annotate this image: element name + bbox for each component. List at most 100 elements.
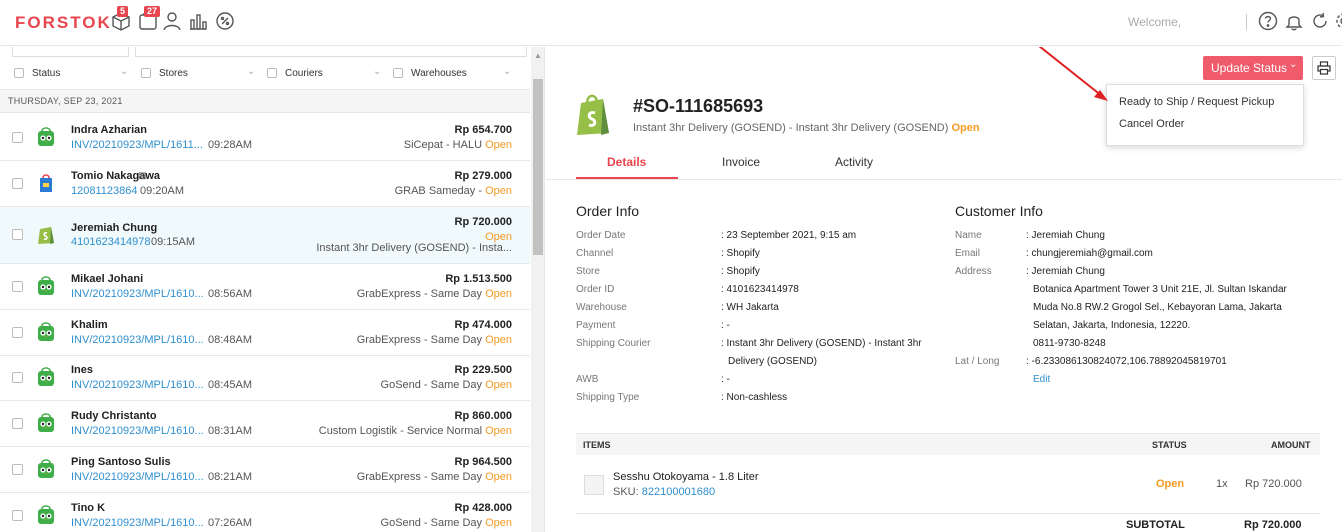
welcome-text: Welcome, <box>1128 15 1182 29</box>
filter-checkbox[interactable] <box>267 68 277 78</box>
order-info-label: Order Date <box>576 230 626 241</box>
order-row[interactable]: Ines INV/20210923/MPL/1610... 08:45AM Rp 22… <box>0 355 530 401</box>
top-bar: FORSTOK 5 27 Welcome, <box>0 0 1342 46</box>
messages-icon[interactable]: 27 <box>137 6 161 32</box>
order-info-value: : Shopify <box>721 248 760 259</box>
customer-name: Tomio Nakagawa <box>71 170 161 182</box>
sku-label: SKU: <box>613 486 642 498</box>
order-row[interactable]: Indra Azharian INV/20210923/MPL/1611... 09… <box>0 115 530 161</box>
filter-status[interactable]: Status ⌄ <box>14 62 130 86</box>
order-info-value: : - <box>721 374 730 385</box>
order-ref-link[interactable]: INV/20210923/MPL/1610... <box>71 334 204 346</box>
order-row[interactable]: Rudy Christanto INV/20210923/MPL/1610... 0… <box>0 401 530 447</box>
customer-info-value: : chungjeremiah@gmail.com <box>1026 248 1153 259</box>
customer-name: Ping Santoso Sulis <box>71 456 171 468</box>
order-ref-link[interactable]: INV/20210923/MPL/1611... <box>71 139 203 151</box>
order-time: 08:21AM <box>208 471 253 483</box>
order-shipping-line: GoSend - Same Day Open <box>381 517 512 529</box>
tokopedia-icon <box>36 366 56 388</box>
customer-info-label: Email <box>955 248 981 259</box>
product-image-icon <box>584 475 604 495</box>
order-shipping-line: GrabExpress - Same Day Open <box>357 334 512 346</box>
order-amount: Rp 1.513.500 <box>445 273 512 285</box>
tokopedia-icon <box>36 321 56 343</box>
scroll-up-icon[interactable]: ▲ <box>534 51 542 60</box>
scroll-thumb[interactable] <box>533 79 543 255</box>
tab-invoice[interactable]: Invoice <box>722 155 760 169</box>
filter-stores[interactable]: Stores ⌄ <box>141 62 257 86</box>
user-icon[interactable] <box>161 10 183 32</box>
settings-icon[interactable] <box>1334 11 1342 31</box>
order-status: Open <box>485 425 512 437</box>
filter-checkbox[interactable] <box>14 68 24 78</box>
edit-location-link[interactable]: Edit <box>1033 374 1050 385</box>
row-checkbox[interactable] <box>12 464 23 475</box>
order-row[interactable]: Tomio Nakagawa 12081123864 09:20AM Rp 279.0… <box>0 161 530 207</box>
order-time: 07:26AM <box>208 517 253 529</box>
order-info-label: Shipping Type <box>576 392 640 403</box>
tab-details[interactable]: Details <box>607 155 646 169</box>
order-row[interactable]: Mikael Johani INV/20210923/MPL/1610... 08:… <box>0 264 530 310</box>
row-checkbox[interactable] <box>12 418 23 429</box>
order-ref-link[interactable]: INV/20210923/MPL/1610... <box>71 425 204 437</box>
date-filter-input[interactable] <box>135 47 527 57</box>
order-status: Open <box>485 379 512 391</box>
tab-activity[interactable]: Activity <box>835 155 873 169</box>
refresh-icon[interactable] <box>1310 11 1330 31</box>
logo[interactable]: FORSTOK <box>15 13 112 33</box>
order-info-label: Warehouse <box>576 302 627 313</box>
chevron-down-icon: ⌄ <box>120 66 129 77</box>
order-ref-link[interactable]: 4101623414978 <box>71 236 151 248</box>
filter-warehouses[interactable]: Warehouses ⌄ <box>393 62 519 86</box>
order-shipping: SiCepat - HALU <box>403 139 486 151</box>
order-shipping-line: GoSend - Same Day Open <box>381 379 512 391</box>
row-checkbox[interactable] <box>12 178 23 189</box>
order-row[interactable]: Tino K INV/20210923/MPL/1610... 07:26AM Rp … <box>0 493 530 532</box>
bell-icon[interactable] <box>1284 11 1304 31</box>
promotion-icon[interactable] <box>214 10 236 32</box>
order-ref-link[interactable]: INV/20210923/MPL/1610... <box>71 288 204 300</box>
order-status: Open <box>485 334 512 346</box>
filter-couriers[interactable]: Couriers ⌄ <box>267 62 383 86</box>
detail-tabs: Details Invoice Activity <box>576 147 886 179</box>
order-info-label: AWB <box>576 374 599 385</box>
sku-link[interactable]: 822100001680 <box>642 486 715 498</box>
row-checkbox[interactable] <box>12 229 23 240</box>
help-icon[interactable] <box>1258 11 1278 31</box>
order-ref-link[interactable]: INV/20210923/MPL/1610... <box>71 379 204 391</box>
order-amount: Rp 279.000 <box>454 170 512 182</box>
order-ref-link[interactable]: INV/20210923/MPL/1610... <box>71 517 204 529</box>
order-ref-link[interactable]: 12081123864 <box>71 185 137 197</box>
order-list-panel: Status ⌄ Stores ⌄ Couriers ⌄ Warehouses … <box>0 47 545 532</box>
row-checkbox[interactable] <box>12 132 23 143</box>
row-checkbox[interactable] <box>12 372 23 383</box>
analytics-icon[interactable] <box>187 10 209 32</box>
order-shipping-line: GrabExpress - Same Day Open <box>357 288 512 300</box>
row-checkbox[interactable] <box>12 281 23 292</box>
search-input[interactable] <box>12 47 129 57</box>
order-status: Open <box>485 517 512 529</box>
row-checkbox[interactable] <box>12 327 23 338</box>
order-info-label: Shipping Courier <box>576 338 651 349</box>
customer-info-title: Customer Info <box>955 203 1043 219</box>
order-status: Open <box>485 288 512 300</box>
scrollbar[interactable]: ▲ <box>531 47 544 532</box>
order-shipping: GoSend - Same Day <box>380 379 486 391</box>
order-info-value: : 4101623414978 <box>721 284 799 295</box>
order-row[interactable]: Jeremiah Chung 4101623414978 09:15AM Rp 720… <box>0 207 530 264</box>
chevron-down-icon: ⌄ <box>373 66 382 77</box>
order-time: 09:15AM <box>151 236 196 248</box>
items-table-header: ITEMS STATUS AMOUNT <box>576 433 1320 455</box>
chevron-down-icon: ⌄ <box>503 66 512 77</box>
row-checkbox[interactable] <box>12 510 23 521</box>
customer-name: Khalim <box>71 319 108 331</box>
orders-box-icon[interactable]: 5 <box>110 6 132 32</box>
order-row[interactable]: Khalim INV/20210923/MPL/1610... 08:48AM Rp … <box>0 310 530 356</box>
order-row[interactable]: Ping Santoso Sulis INV/20210923/MPL/1610.… <box>0 447 530 493</box>
filter-checkbox[interactable] <box>141 68 151 78</box>
filter-label: Couriers <box>285 68 323 79</box>
filter-checkbox[interactable] <box>393 68 403 78</box>
order-info-value: : Non-cashless <box>721 392 788 403</box>
order-time: 09:20AM <box>140 185 185 197</box>
order-ref-link[interactable]: INV/20210923/MPL/1610... <box>71 471 204 483</box>
